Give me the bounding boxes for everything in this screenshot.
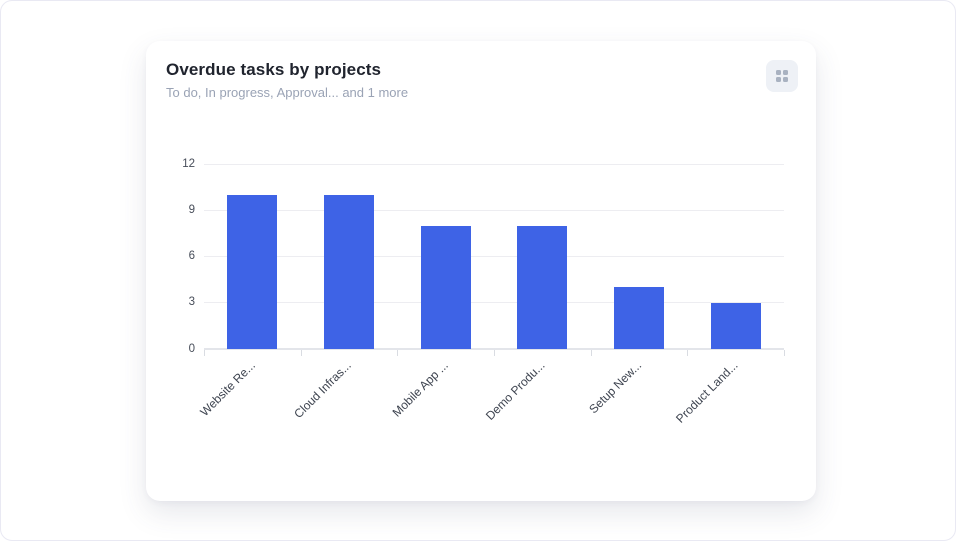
x-tick-label-5: Setup New...: [587, 359, 644, 416]
gridline-y-9: [204, 210, 784, 211]
x-tick-label-2: Cloud Infras...: [292, 359, 354, 421]
x-tick-label-6: Product Land...: [674, 359, 741, 426]
x-axis-tick: [494, 350, 495, 356]
bar-2[interactable]: [324, 195, 374, 349]
card-subtitle: To do, In progress, Approval... and 1 mo…: [166, 85, 408, 100]
chart-card: Overdue tasks by projects To do, In prog…: [146, 41, 816, 501]
x-axis-tick: [204, 350, 205, 356]
card-header: Overdue tasks by projects To do, In prog…: [146, 41, 816, 100]
bar-3[interactable]: [421, 226, 471, 349]
card-header-text: Overdue tasks by projects To do, In prog…: [166, 60, 408, 100]
bar-1[interactable]: [227, 195, 277, 349]
gridline-y-6: [204, 256, 784, 257]
plot-area: Website Re...Cloud Infras...Mobile App .…: [204, 164, 784, 349]
app-window: Overdue tasks by projects To do, In prog…: [0, 0, 956, 541]
x-axis-tick: [301, 350, 302, 356]
x-tick-label-1: Website Re...: [198, 359, 258, 419]
card-menu-button[interactable]: [766, 60, 798, 92]
y-tick-label-9: 9: [189, 205, 195, 217]
y-tick-label-6: 6: [189, 251, 195, 263]
y-tick-label-3: 3: [189, 297, 195, 309]
x-axis-tick: [784, 350, 785, 356]
y-tick-label-0: 0: [189, 343, 195, 355]
gridline-y-3: [204, 302, 784, 303]
x-axis-tick: [687, 350, 688, 356]
gridline-y-12: [204, 164, 784, 165]
card-title: Overdue tasks by projects: [166, 60, 408, 80]
x-axis-tick: [591, 350, 592, 356]
bar-4[interactable]: [517, 226, 567, 349]
bar-6[interactable]: [711, 303, 761, 349]
y-tick-label-12: 12: [182, 158, 195, 170]
x-tick-label-4: Demo Produ...: [484, 359, 548, 423]
x-tick-label-3: Mobile App ...: [390, 359, 451, 420]
bar-5[interactable]: [614, 287, 664, 349]
bar-chart: 036912 Website Re...Cloud Infras...Mobil…: [204, 164, 784, 349]
x-axis-tick: [397, 350, 398, 356]
grid-icon: [776, 70, 788, 82]
